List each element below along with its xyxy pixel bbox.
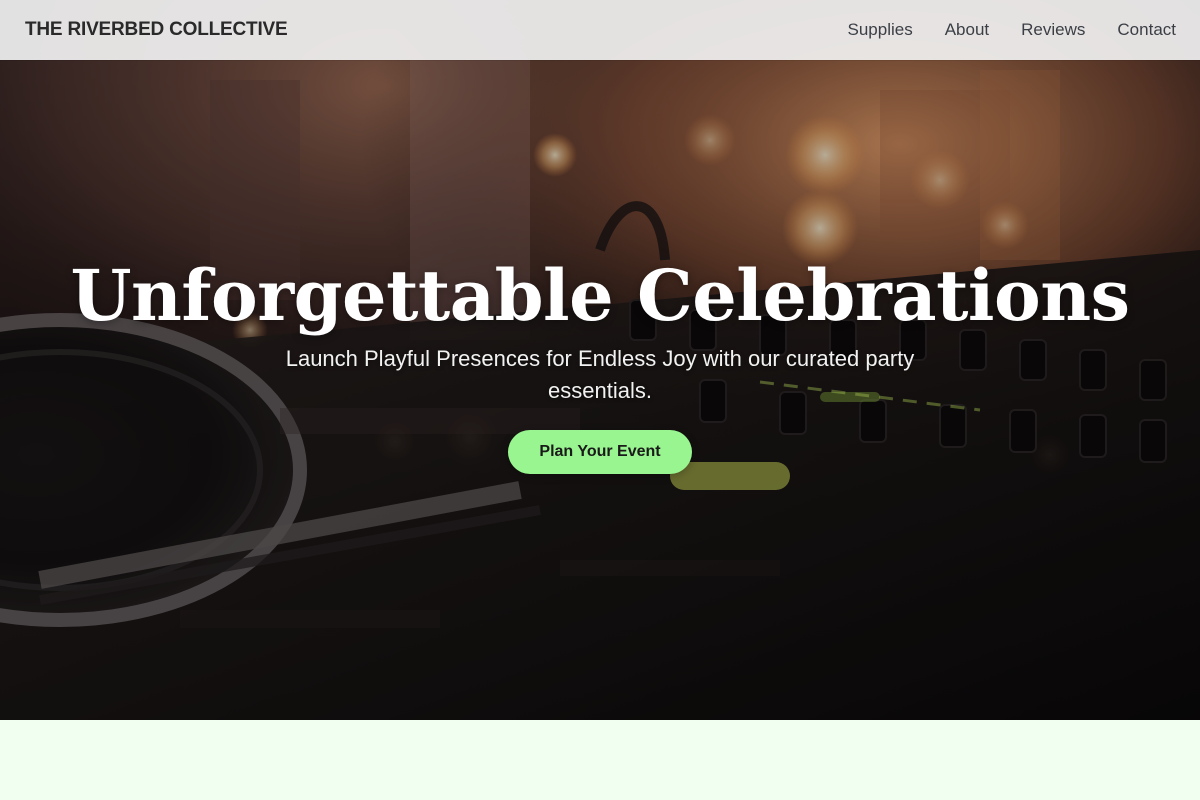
hero-title: Unforgettable Celebrations <box>70 254 1130 337</box>
nav-link-supplies[interactable]: Supplies <box>848 20 913 40</box>
brand-name[interactable]: THE RIVERBED COLLECTIVE <box>25 19 288 41</box>
nav-link-reviews[interactable]: Reviews <box>1021 20 1085 40</box>
hero-content: Unforgettable Celebrations Launch Playfu… <box>0 0 1200 720</box>
nav-link-contact[interactable]: Contact <box>1117 20 1176 40</box>
site-header: THE RIVERBED COLLECTIVE Supplies About R… <box>0 0 1200 60</box>
next-section <box>0 720 1200 800</box>
plan-your-event-button[interactable]: Plan Your Event <box>508 430 692 474</box>
nav-link-about[interactable]: About <box>945 20 989 40</box>
hero-subtitle: Launch Playful Presences for Endless Joy… <box>285 346 915 403</box>
hero-section: Unforgettable Celebrations Launch Playfu… <box>0 0 1200 720</box>
main-nav: Supplies About Reviews Contact <box>848 0 1177 60</box>
